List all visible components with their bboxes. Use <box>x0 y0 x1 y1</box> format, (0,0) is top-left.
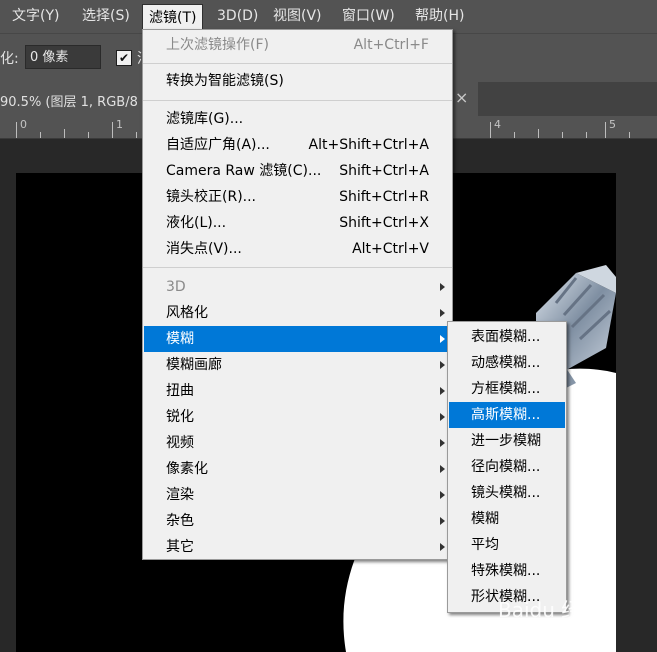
baidu-watermark: Baidu 经验 <box>498 598 602 622</box>
menu-item-distort[interactable]: 扭曲 <box>144 378 451 404</box>
menu-item-vanishing-point[interactable]: 消失点(V)... Alt+Ctrl+V <box>144 236 451 262</box>
menu-item-lens-correction[interactable]: 镜头校正(R)... Shift+Ctrl+R <box>144 184 451 210</box>
document-tab-title: 90.5% (图层 1, RGB/8 <box>0 95 138 110</box>
submenu-item-smart-blur[interactable]: 特殊模糊... <box>449 558 565 584</box>
menu-type[interactable]: 文字(Y) <box>6 0 65 33</box>
menu-item-render[interactable]: 渲染 <box>144 482 451 508</box>
ruler-label: 4 <box>494 118 501 131</box>
ruler-label: 0 <box>20 118 27 131</box>
submenu-arrow-icon <box>440 309 445 317</box>
menu-item-other[interactable]: 其它 <box>144 534 451 560</box>
submenu-arrow-icon <box>440 361 445 369</box>
menu-item-blur[interactable]: 模糊 <box>144 326 451 352</box>
submenu-item-surface-blur[interactable]: 表面模糊... <box>449 324 565 350</box>
watermark-url: jingyan.baidu.com <box>512 622 614 635</box>
submenu-arrow-icon <box>440 335 445 343</box>
anti-alias-checkbox[interactable]: ✔ <box>116 50 132 66</box>
submenu-arrow-icon <box>440 491 445 499</box>
ruler-label: 5 <box>609 118 616 131</box>
submenu-arrow-icon <box>440 283 445 291</box>
submenu-item-gaussian-blur[interactable]: 高斯模糊... <box>449 402 565 428</box>
submenu-item-average[interactable]: 平均 <box>449 532 565 558</box>
menu-item-sharpen[interactable]: 锐化 <box>144 404 451 430</box>
menu-item-camera-raw[interactable]: Camera Raw 滤镜(C)... Shift+Ctrl+A <box>144 158 451 184</box>
submenu-item-motion-blur[interactable]: 动感模糊... <box>449 350 565 376</box>
menu-item-stylize[interactable]: 风格化 <box>144 300 451 326</box>
submenu-arrow-icon <box>440 413 445 421</box>
submenu-item-blur[interactable]: 模糊 <box>449 506 565 532</box>
menu-separator <box>143 267 452 268</box>
menu-item-video[interactable]: 视频 <box>144 430 451 456</box>
menu-item-3d: 3D <box>144 274 451 300</box>
submenu-arrow-icon <box>440 439 445 447</box>
submenu-item-box-blur[interactable]: 方框模糊... <box>449 376 565 402</box>
close-icon[interactable]: × <box>455 88 468 107</box>
menu-item-last-filter: 上次滤镜操作(F) Alt+Ctrl+F <box>166 37 429 53</box>
feather-label: 化: <box>0 51 19 67</box>
submenu-arrow-icon <box>440 543 445 551</box>
submenu-item-blur-more[interactable]: 进一步模糊 <box>449 428 565 454</box>
filter-menu: 上次滤镜操作(F) Alt+Ctrl+F 转换为智能滤镜(S) 滤镜库(G)...… <box>142 29 453 560</box>
submenu-arrow-icon <box>440 465 445 473</box>
menu-separator <box>143 63 452 64</box>
menu-select[interactable]: 选择(S) <box>76 0 136 33</box>
feather-input[interactable]: 0 像素 <box>25 45 101 69</box>
menu-item-blur-gallery[interactable]: 模糊画廊 <box>144 352 451 378</box>
ruler-label: 1 <box>116 118 123 131</box>
menu-item-liquify[interactable]: 液化(L)... Shift+Ctrl+X <box>144 210 451 236</box>
menu-item-noise[interactable]: 杂色 <box>144 508 451 534</box>
menu-item-convert-smart-filter[interactable]: 转换为智能滤镜(S) <box>144 68 451 94</box>
submenu-arrow-icon <box>440 517 445 525</box>
menu-item-filter-gallery[interactable]: 滤镜库(G)... <box>144 106 451 132</box>
menu-item-pixelate[interactable]: 像素化 <box>144 456 451 482</box>
submenu-arrow-icon <box>440 387 445 395</box>
submenu-item-radial-blur[interactable]: 径向模糊... <box>449 454 565 480</box>
menu-item-adaptive-wide-angle[interactable]: 自适应广角(A)... Alt+Shift+Ctrl+A <box>144 132 451 158</box>
blur-submenu: 表面模糊... 动感模糊... 方框模糊... 高斯模糊... 进一步模糊 径向… <box>447 321 567 613</box>
submenu-item-lens-blur[interactable]: 镜头模糊... <box>449 480 565 506</box>
menu-separator <box>143 100 452 101</box>
